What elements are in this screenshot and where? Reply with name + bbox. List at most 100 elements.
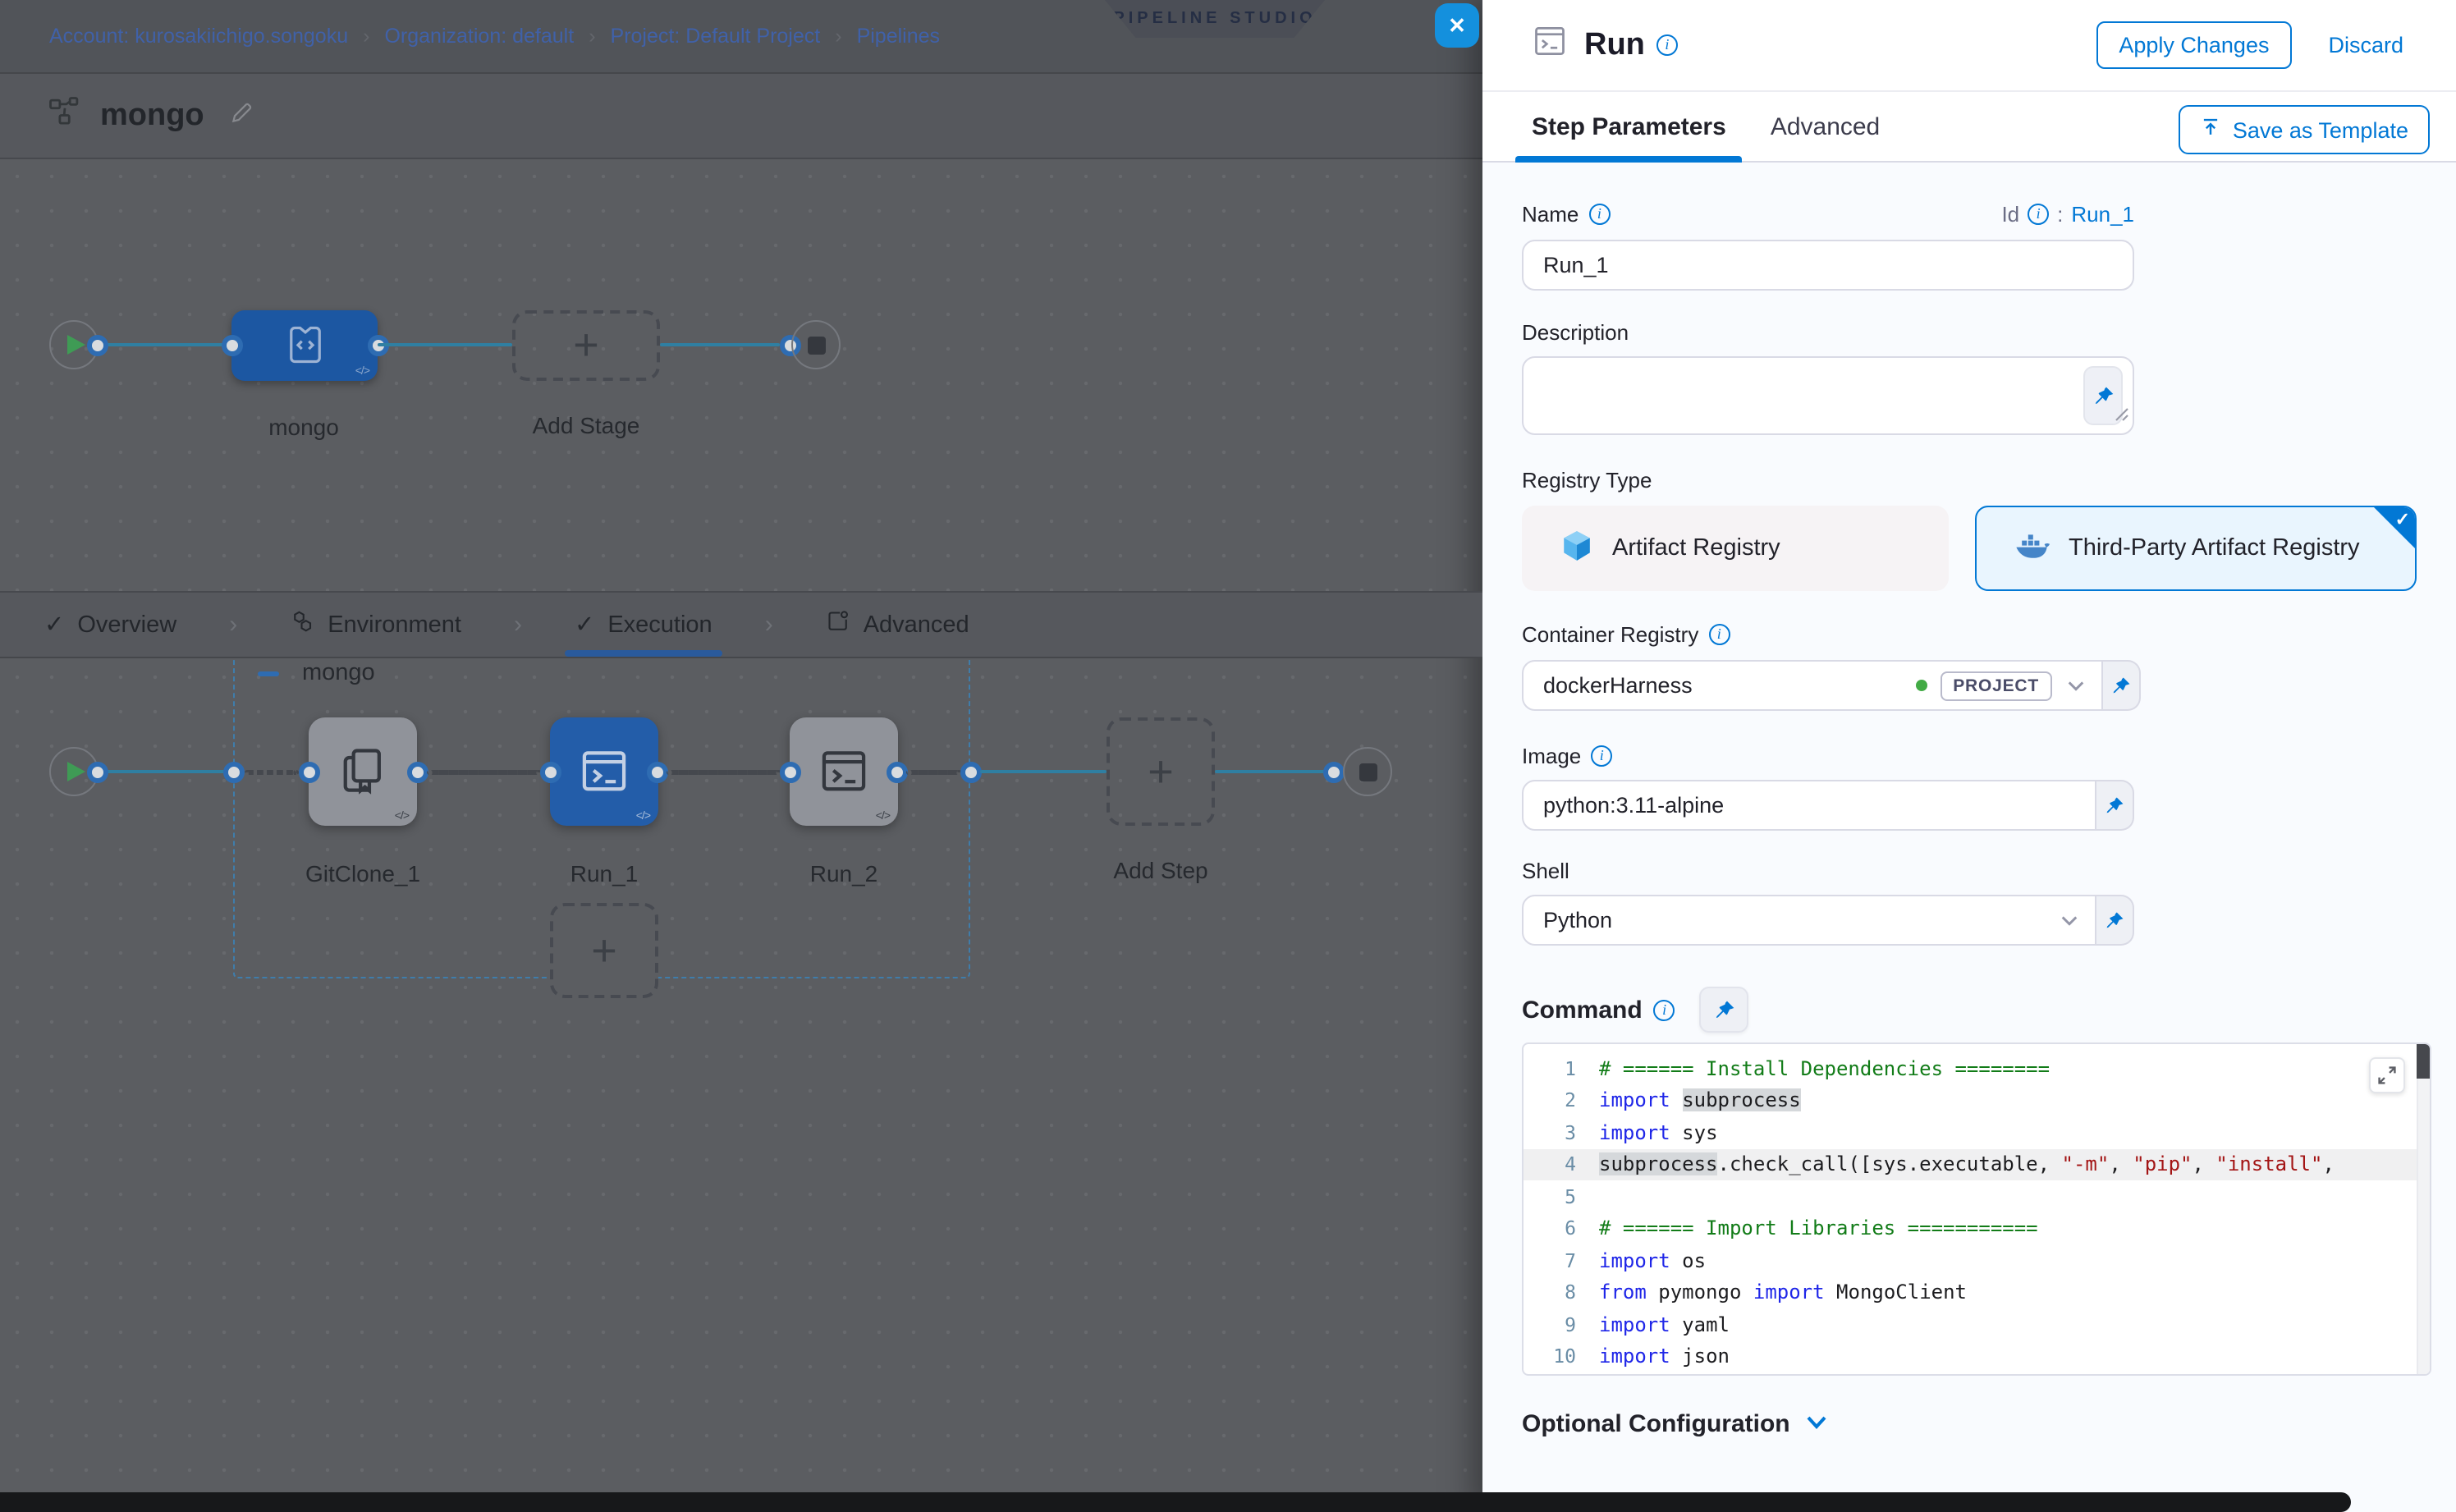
code-lines: 1# ====== Install Dependencies ========2… bbox=[1524, 1044, 2430, 1372]
collapse-minus-icon[interactable] bbox=[258, 671, 279, 676]
info-icon[interactable]: i bbox=[1588, 204, 1610, 225]
artifact-registry-icon bbox=[1560, 528, 1594, 569]
stage-group-label[interactable]: mongo bbox=[302, 660, 375, 686]
line-number: 3 bbox=[1524, 1121, 1576, 1144]
code-line[interactable]: 5 bbox=[1524, 1180, 2430, 1212]
stage-label[interactable]: mongo bbox=[268, 414, 339, 440]
chevron-down-icon[interactable] bbox=[2067, 671, 2085, 700]
info-icon[interactable]: i bbox=[1591, 745, 1612, 766]
expand-editor-button[interactable] bbox=[2369, 1057, 2405, 1093]
description-label: Description bbox=[1522, 320, 2417, 343]
add-step-label[interactable]: Add Step bbox=[1113, 857, 1207, 883]
registry-option-artifact[interactable]: Artifact Registry bbox=[1522, 506, 1949, 591]
step-label-gitclone-1[interactable]: GitClone_1 bbox=[305, 860, 420, 887]
code-line[interactable]: 1# ====== Install Dependencies ======== bbox=[1524, 1052, 2430, 1084]
command-label: Command bbox=[1522, 996, 1643, 1024]
pin-button[interactable] bbox=[1700, 987, 1749, 1033]
info-icon[interactable]: i bbox=[1654, 999, 1675, 1020]
tab-advanced[interactable]: Advanced bbox=[826, 609, 969, 640]
resize-handle[interactable] bbox=[2115, 401, 2129, 430]
pipeline-title-bar: mongo VISUAL YAML bbox=[0, 74, 1482, 159]
pin-button[interactable] bbox=[2103, 660, 2141, 711]
connector-status-dot bbox=[1915, 680, 1927, 691]
code-line[interactable]: 8from pymongo import MongoClient bbox=[1524, 1276, 2430, 1308]
plus-icon: + bbox=[573, 323, 599, 367]
breadcrumb-separator-icon: › bbox=[589, 25, 595, 48]
save-as-template-button[interactable]: Save as Template bbox=[2179, 105, 2430, 154]
breadcrumb: Account: kurosakiichigo.songoku › Organi… bbox=[49, 25, 940, 48]
container-registry-select[interactable]: PROJECT bbox=[1522, 660, 2103, 711]
code-line[interactable]: 6# ====== Import Libraries =========== bbox=[1524, 1212, 2430, 1244]
edge-dotted bbox=[245, 769, 299, 774]
edge-connector bbox=[299, 762, 320, 783]
code-line[interactable]: 2import subprocess bbox=[1524, 1084, 2430, 1116]
add-stage-node[interactable]: + bbox=[512, 309, 660, 380]
line-number: 9 bbox=[1524, 1313, 1576, 1336]
editor-scrollbar-thumb[interactable] bbox=[2417, 1044, 2430, 1079]
step-label-run-2[interactable]: Run_2 bbox=[810, 860, 878, 887]
breadcrumb-account[interactable]: Account: kurosakiichigo.songoku bbox=[49, 25, 348, 48]
pin-button[interactable] bbox=[2096, 895, 2134, 946]
code-line[interactable]: 3import sys bbox=[1524, 1116, 2430, 1148]
code-line[interactable]: 4subprocess.check_call([sys.executable, … bbox=[1524, 1148, 2430, 1180]
plus-icon: + bbox=[1148, 749, 1174, 794]
tab-execution[interactable]: ✓ Execution bbox=[575, 612, 713, 638]
info-icon[interactable]: i bbox=[1656, 34, 1678, 56]
edit-pencil-icon[interactable] bbox=[229, 99, 255, 134]
panel-header: Run i Apply Changes Discard bbox=[1482, 0, 2456, 92]
registry-option-third-party[interactable]: Third-Party Artifact Registry ✓ bbox=[1975, 506, 2417, 591]
stage-node-mongo[interactable]: </> bbox=[231, 309, 378, 380]
chevron-right-icon: › bbox=[514, 611, 522, 639]
shell-select[interactable]: Python bbox=[1522, 895, 2096, 946]
edge-connector bbox=[780, 762, 801, 783]
image-value[interactable] bbox=[1543, 793, 2078, 818]
edge bbox=[980, 769, 1107, 773]
code-badge: </> bbox=[395, 811, 409, 822]
code-line[interactable]: 7import os bbox=[1524, 1244, 2430, 1276]
breadcrumb-pipelines[interactable]: Pipelines bbox=[857, 25, 940, 48]
chevron-down-icon[interactable] bbox=[2060, 905, 2078, 935]
advanced-icon bbox=[826, 609, 850, 640]
image-field[interactable] bbox=[1522, 780, 2096, 831]
edge bbox=[97, 769, 233, 773]
line-number: 2 bbox=[1524, 1089, 1576, 1112]
name-input[interactable] bbox=[1522, 240, 2134, 291]
apply-changes-button[interactable]: Apply Changes bbox=[2096, 21, 2292, 69]
info-icon[interactable]: i bbox=[2028, 204, 2049, 225]
pin-button[interactable] bbox=[2096, 780, 2134, 831]
code-line[interactable]: 10import json bbox=[1524, 1340, 2430, 1372]
step-config-panel: Run i Apply Changes Discard Step Paramet… bbox=[1482, 0, 2456, 1512]
edge bbox=[1215, 769, 1333, 773]
code-line[interactable]: 9import yaml bbox=[1524, 1308, 2430, 1340]
horizontal-scrollbar[interactable] bbox=[0, 1492, 2351, 1512]
name-label: Name i bbox=[1522, 203, 1610, 226]
stage-canvas: </> mongo + Add Stage bbox=[0, 159, 1482, 591]
step-node-gitclone-1[interactable]: </> bbox=[309, 717, 417, 826]
tab-advanced-panel[interactable]: Advanced bbox=[1771, 112, 1880, 140]
step-node-run-2[interactable]: </> bbox=[790, 717, 898, 826]
discard-button[interactable]: Discard bbox=[2328, 33, 2403, 57]
step-node-run-1-selected[interactable]: </> bbox=[550, 717, 658, 826]
breadcrumb-organization[interactable]: Organization: default bbox=[384, 25, 574, 48]
step-label-run-1[interactable]: Run_1 bbox=[570, 860, 639, 887]
info-icon[interactable]: i bbox=[1708, 623, 1730, 644]
edge bbox=[660, 342, 780, 346]
close-drawer-button[interactable]: ✕ bbox=[1435, 3, 1479, 48]
edge-connector bbox=[223, 762, 245, 783]
code-badge: </> bbox=[636, 811, 650, 822]
tab-overview[interactable]: ✓ Overview bbox=[44, 612, 176, 638]
add-parallel-step-node[interactable]: + bbox=[550, 903, 658, 998]
check-icon: ✓ bbox=[44, 612, 64, 638]
command-code-editor[interactable]: 1# ====== Install Dependencies ========2… bbox=[1522, 1042, 2431, 1376]
step-id-value[interactable]: Run_1 bbox=[2071, 202, 2134, 227]
add-stage-label[interactable]: Add Stage bbox=[533, 412, 640, 438]
breadcrumb-project[interactable]: Project: Default Project bbox=[611, 25, 821, 48]
description-textarea[interactable] bbox=[1522, 356, 2134, 435]
pipeline-studio-badge: PIPELINE STUDIO bbox=[1105, 0, 1325, 38]
tab-environment[interactable]: Environment bbox=[290, 609, 461, 640]
editor-scrollbar-track[interactable] bbox=[2417, 1044, 2430, 1374]
tab-step-parameters[interactable]: Step Parameters bbox=[1532, 112, 1726, 140]
container-registry-value[interactable] bbox=[1543, 673, 1915, 698]
optional-configuration-toggle[interactable]: Optional Configuration bbox=[1522, 1409, 2417, 1438]
add-step-node[interactable]: + bbox=[1107, 717, 1215, 826]
